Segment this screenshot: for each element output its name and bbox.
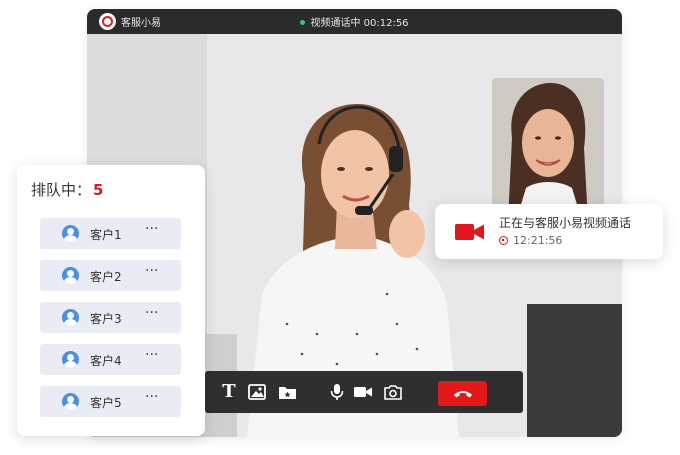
queue-item-customer-4[interactable]: 客户4 ··· (40, 344, 181, 375)
record-icon (499, 236, 508, 245)
folder-star-icon[interactable] (277, 382, 297, 402)
more-options-icon[interactable]: ··· (145, 221, 158, 237)
queue-title: 排队中： 5 (31, 179, 103, 200)
queue-panel: 排队中： 5 客户1 ··· 客户2 ··· 客户3 ··· 客户4 ··· 客户… (17, 165, 205, 436)
call-message: 正在与客服小易视频通话 (499, 216, 632, 230)
hang-up-button[interactable] (438, 381, 487, 406)
customer-name: 客户4 (90, 354, 122, 368)
user-avatar-icon (62, 393, 79, 410)
video-camera-icon[interactable] (353, 382, 373, 402)
call-timer: 12:21:56 (499, 234, 562, 247)
queue-item-customer-1[interactable]: 客户1 ··· (40, 218, 181, 249)
caller-video-image (492, 78, 604, 221)
video-call-icon (455, 223, 485, 245)
title-bar: 客服小易 视频通话中 00:12:56 (87, 9, 622, 34)
user-avatar-icon (62, 351, 79, 368)
customer-name: 客户3 (90, 312, 122, 326)
queue-item-customer-2[interactable]: 客户2 ··· (40, 260, 181, 291)
hang-up-icon (453, 390, 472, 397)
text-tool-label: T (222, 380, 236, 402)
customer-name: 客户2 (90, 270, 122, 284)
text-icon[interactable]: T (219, 380, 239, 402)
status-dot-icon (300, 20, 306, 25)
more-options-icon[interactable]: ··· (145, 305, 158, 321)
caller-video-thumbnail[interactable] (492, 78, 604, 221)
user-avatar-icon (62, 309, 79, 326)
queue-item-customer-5[interactable]: 客户5 ··· (40, 386, 181, 417)
queue-count: 5 (93, 181, 104, 199)
call-status-text: 视频通话中 00:12:56 (310, 18, 409, 29)
image-icon[interactable] (247, 382, 267, 402)
queue-item-customer-3[interactable]: 客户3 ··· (40, 302, 181, 333)
user-avatar-icon (62, 267, 79, 284)
call-timer-text: 12:21:56 (513, 234, 563, 247)
more-options-icon[interactable]: ··· (145, 389, 158, 405)
camera-icon[interactable] (383, 382, 403, 402)
call-status: 视频通话中 00:12:56 (87, 14, 622, 29)
more-options-icon[interactable]: ··· (145, 347, 158, 363)
microphone-icon[interactable] (327, 382, 347, 402)
queue-label: 排队中： (31, 181, 92, 199)
more-options-icon[interactable]: ··· (145, 263, 158, 279)
customer-name: 客户1 (90, 228, 122, 242)
user-avatar-icon (62, 225, 79, 242)
active-call-card[interactable]: 正在与客服小易视频通话 12:21:56 (435, 204, 663, 259)
customer-name: 客户5 (90, 396, 122, 410)
